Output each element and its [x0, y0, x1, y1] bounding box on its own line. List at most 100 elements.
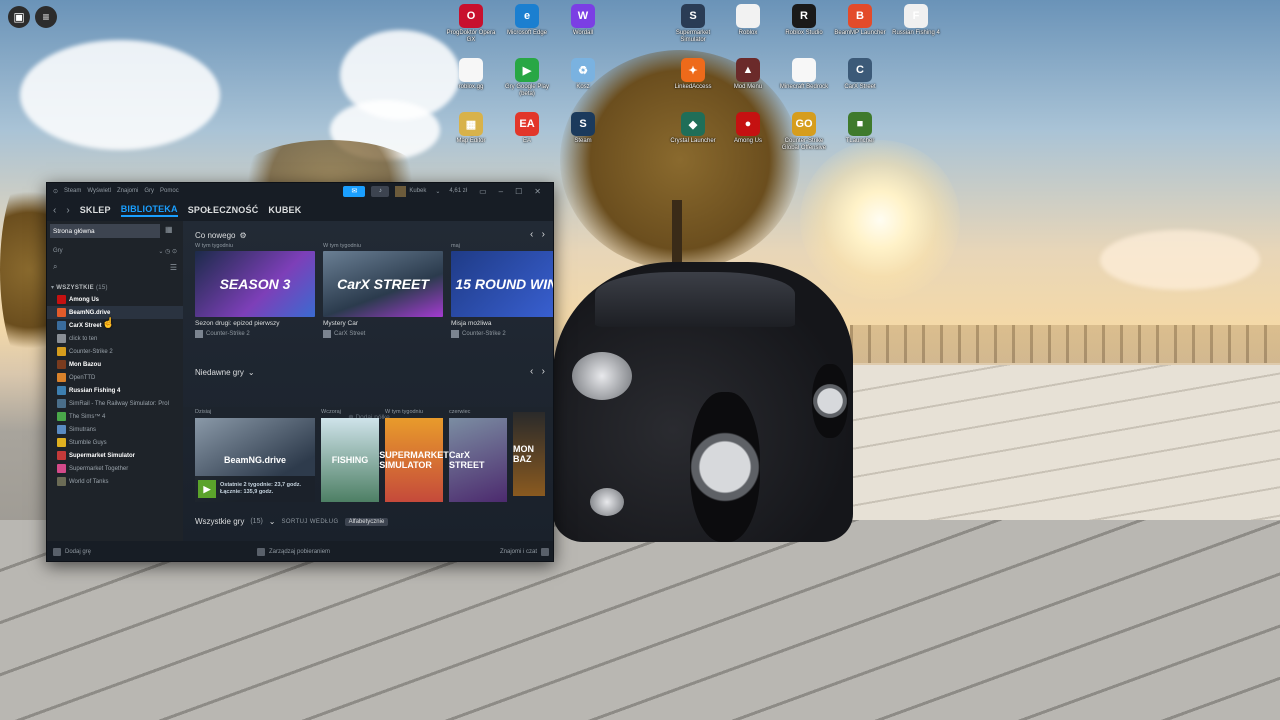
- game-list-item[interactable]: World of Tanks: [47, 475, 183, 488]
- menu-friends[interactable]: Znajomi: [117, 188, 138, 194]
- megaphone-icon[interactable]: ✉: [343, 185, 366, 197]
- recent-game-card[interactable]: Wczoraj FISHING: [321, 409, 379, 502]
- game-list-item[interactable]: click to ten: [47, 332, 183, 345]
- all-games-title[interactable]: Wszystkie gry: [195, 517, 244, 526]
- friends-chat-button[interactable]: Znajomi i czat: [500, 548, 549, 556]
- game-icon: [57, 373, 66, 382]
- desktop-icon[interactable]: F Russian Fishing 4: [888, 4, 944, 37]
- grid-view-icon[interactable]: ▦: [165, 225, 177, 237]
- filter-lines-icon[interactable]: ☰: [170, 263, 177, 272]
- news-card[interactable]: maj 15 ROUND WINS Misja możliwa Counter-Str…: [451, 243, 553, 338]
- desktop-icon[interactable]: Minecraft Bedrock: [776, 58, 832, 91]
- desktop-icon[interactable]: EA EA: [499, 112, 555, 145]
- back-arrow-icon[interactable]: ‹: [53, 205, 56, 216]
- desktop-icon[interactable]: S Steam: [555, 112, 611, 145]
- app-icon: EA: [515, 112, 539, 136]
- game-list-item[interactable]: Simutrans: [47, 423, 183, 436]
- game-list-item[interactable]: Russian Fishing 4: [47, 384, 183, 397]
- recent-game-card[interactable]: MON BAZ: [513, 409, 545, 496]
- whats-new-arrows[interactable]: ‹ ›: [530, 229, 545, 240]
- desktop-icon[interactable]: roblox.gg: [443, 58, 499, 91]
- desktop-icon[interactable]: ● Among Us: [720, 112, 776, 145]
- playtime-total: Łącznie: 135,9 godz.: [220, 489, 274, 495]
- game-name: OpenTTD: [69, 374, 96, 381]
- game-list-item[interactable]: Mon Bazou: [47, 358, 183, 371]
- desktop-icon[interactable]: ▲ Mod Menu: [720, 58, 776, 91]
- game-list-item[interactable]: Counter-Strike 2: [47, 345, 183, 358]
- minimize-icon[interactable]: –: [499, 187, 503, 196]
- recent-games-header[interactable]: Niedawne gry ⌄: [195, 368, 255, 377]
- chevron-down-icon[interactable]: ⌄: [269, 517, 276, 526]
- nav-profile[interactable]: KUBEK: [268, 205, 301, 215]
- game-name: Mon Bazou: [69, 361, 101, 368]
- desktop-icon[interactable]: e Microsoft Edge: [499, 4, 555, 37]
- hamburger-icon[interactable]: ≡: [35, 6, 57, 28]
- nav-library[interactable]: BIBLIOTEKA: [120, 204, 178, 217]
- recent-thumbnail-title: MON BAZ: [513, 444, 534, 464]
- game-list-item[interactable]: SimRail - The Railway Simulator: Prol: [47, 397, 183, 410]
- game-list-item[interactable]: Supermarket Simulator: [47, 449, 183, 462]
- desktop-icon[interactable]: ♻ Kosz: [555, 58, 611, 91]
- game-list-item[interactable]: The Sims™ 4: [47, 410, 183, 423]
- game-icon: [57, 412, 66, 421]
- recent-game-card[interactable]: W tym tygodniu SUPERMARKET SIMULATOR: [379, 409, 449, 502]
- desktop-icon[interactable]: Roblox: [720, 4, 776, 37]
- recent-date: W tym tygodniu: [385, 409, 423, 415]
- news-source: Counter-Strike 2: [195, 330, 315, 338]
- nav-community[interactable]: SPOŁECZNOŚĆ: [188, 205, 259, 215]
- menu-steam[interactable]: Steam: [64, 188, 81, 194]
- home-button[interactable]: Strona główna: [50, 224, 160, 238]
- game-name: Supermarket Simulator: [69, 452, 136, 459]
- desktop-icon[interactable]: ◆ Crystal Launcher: [665, 112, 721, 145]
- desktop-icon-label: Crystal Launcher: [670, 138, 716, 144]
- filter-dropdown[interactable]: Gry ⌄ ◷ ⊙: [50, 244, 180, 258]
- bell-icon[interactable]: ♪: [371, 185, 390, 197]
- desktop-icon[interactable]: ▦ Map Editor: [443, 112, 499, 145]
- play-button[interactable]: ▶: [198, 480, 216, 498]
- maximize-icon[interactable]: ☐: [515, 187, 522, 196]
- game-list-item[interactable]: CarX Street: [47, 319, 183, 332]
- desktop-icon[interactable]: GO Counter-Strike Global Offensive: [776, 112, 832, 152]
- game-list-item[interactable]: OpenTTD: [47, 371, 183, 384]
- whats-new-header[interactable]: Co nowego ⚙: [195, 231, 247, 240]
- game-name: BeamNG.drive: [69, 309, 111, 316]
- sort-dropdown[interactable]: Alfabetycznie: [344, 517, 389, 526]
- news-card[interactable]: W tym tygodniu SEASON 3 Sezon drugi: epizo…: [195, 243, 315, 338]
- game-list-item[interactable]: BeamNG.drive: [47, 306, 183, 319]
- menu-view[interactable]: Wyświetl: [87, 188, 111, 194]
- nav-store[interactable]: SKLEP: [80, 205, 111, 215]
- game-list-item[interactable]: Stumble Guys: [47, 436, 183, 449]
- add-game-button[interactable]: Dodaj grę: [53, 548, 91, 556]
- desktop-icon[interactable]: O ProgDoktór Opera GX: [443, 4, 499, 44]
- big-picture-icon[interactable]: ▭: [479, 187, 487, 196]
- desktop-icon[interactable]: ✦ LinkedAccess: [665, 58, 721, 91]
- desktop-icon[interactable]: ■ TLauncher: [832, 112, 888, 145]
- app-icon: ▲: [736, 58, 760, 82]
- recent-arrows[interactable]: ‹ ›: [530, 366, 545, 377]
- desktop-icon[interactable]: C CarX Street: [832, 58, 888, 91]
- app-icon: [459, 58, 483, 82]
- desktop-icon[interactable]: W Wordall: [555, 4, 611, 37]
- app-icon: ◆: [681, 112, 705, 136]
- desktop-icon[interactable]: ▶ Gry Google Play (beta): [499, 58, 555, 98]
- recent-game-card[interactable]: Dzisiaj BeamNG.drive ▶ Ostatnie 2 tygodnie:…: [195, 409, 315, 502]
- recent-game-card[interactable]: czerwiec CarX STREET: [449, 409, 507, 502]
- close-icon[interactable]: ✕: [534, 187, 541, 196]
- desktop-icon[interactable]: R Roblox Studio: [776, 4, 832, 37]
- roblox-logo-icon[interactable]: ▣: [8, 6, 30, 28]
- desktop-icon[interactable]: B BeamMP Launcher: [832, 4, 888, 37]
- gear-icon[interactable]: ⚙: [239, 231, 246, 240]
- menu-games[interactable]: Gry: [144, 188, 154, 194]
- game-list-item[interactable]: Among Us: [47, 293, 183, 306]
- menu-help[interactable]: Pomoc: [160, 188, 179, 194]
- forward-arrow-icon[interactable]: ›: [66, 205, 69, 216]
- game-list-item[interactable]: Supermarket Together: [47, 462, 183, 475]
- news-card[interactable]: W tym tygodniu CarX STREET Mystery Car CarX…: [323, 243, 443, 338]
- desktop-icon[interactable]: S Supermarket Simulator: [665, 4, 721, 44]
- category-header[interactable]: ▾ WSZYSTKIE (15): [51, 284, 183, 291]
- search-input[interactable]: ⌕ ☰: [50, 260, 180, 274]
- app-icon: S: [681, 4, 705, 28]
- user-menu[interactable]: Kubek ⌄ 4,61 zł: [395, 185, 473, 197]
- downloads-button[interactable]: Zarządzaj pobieraniem: [257, 548, 330, 556]
- news-source: Counter-Strike 2: [451, 330, 553, 338]
